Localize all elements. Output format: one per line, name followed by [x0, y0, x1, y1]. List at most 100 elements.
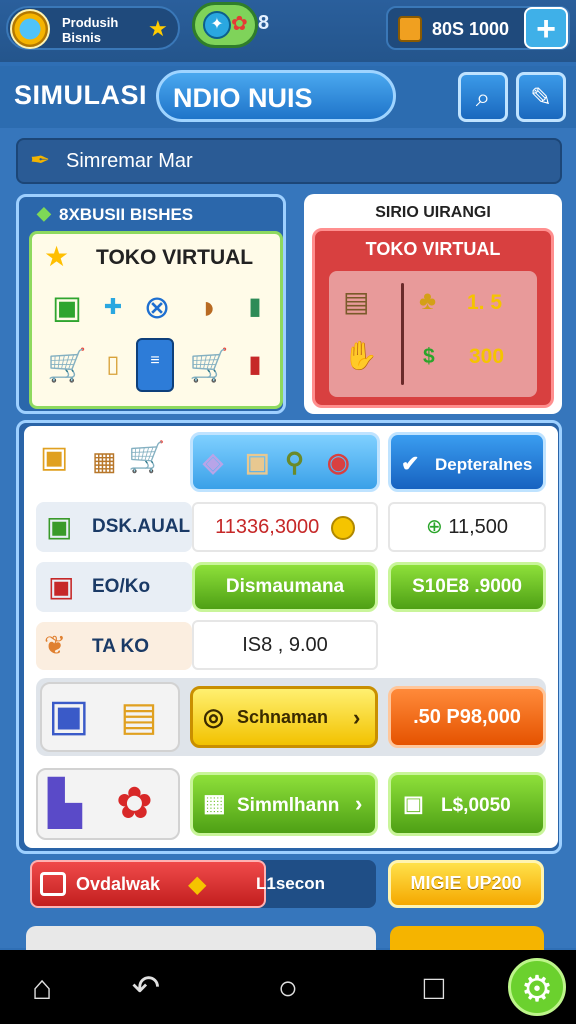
- overdraft-text: L1secon: [256, 874, 325, 893]
- item-row-label: ❦ TA KO: [36, 622, 192, 670]
- flower-icon: ✿: [231, 13, 248, 35]
- coin-pill: 80S 1000 +: [386, 6, 570, 50]
- home-circle-icon[interactable]: ○: [266, 966, 310, 1010]
- row-3-value: IS8 , 9.00: [192, 620, 378, 670]
- row-2-action-button[interactable]: Dismaumana: [192, 562, 378, 612]
- wallet-icon: [40, 872, 66, 896]
- virtual-shop-earnings: TOKO VIRTUAL ▤ ✋ ♣ 1. 5 $ 300: [312, 228, 554, 408]
- row-4-action-button[interactable]: ◎ Schnaman ›: [190, 686, 378, 748]
- row-5-price-label: L$,0050: [441, 795, 511, 816]
- earnings-card[interactable]: SIRIO UIRANGI TOKO VIRTUAL ▤ ✋ ♣ 1. 5 $ …: [304, 194, 562, 414]
- title-pill-button[interactable]: NDIO NUIS: [156, 70, 396, 122]
- row-5-button-label: Simmlhann: [237, 795, 340, 816]
- cart-icon-2[interactable]: 🛒: [188, 344, 230, 386]
- ring-icon: ◎: [203, 704, 224, 731]
- row-5-price-button[interactable]: ▣ L$,0050: [388, 772, 546, 836]
- chevron-right-icon: ›: [353, 705, 361, 730]
- puzzle-icon[interactable]: ✚: [92, 286, 134, 328]
- row-4-item-tile[interactable]: ▣ ▤: [40, 682, 180, 752]
- business-card[interactable]: ◆ 8XBUSII BISHES ★ TOKO VIRTUAL ▣ ✚ ⊗ ◗ …: [16, 194, 286, 414]
- jar-icon[interactable]: ▯: [92, 344, 134, 386]
- row-4-button-label: Schnaman: [237, 707, 329, 727]
- item-row-label: ▣ DSK.AUAL: [36, 502, 192, 552]
- box-icon[interactable]: ▣: [40, 440, 68, 475]
- row-1-right-text: 11,500: [448, 516, 508, 538]
- add-coins-button[interactable]: +: [524, 7, 568, 49]
- chevron-right-icon: ›: [355, 791, 363, 816]
- coin-icon: [330, 515, 355, 540]
- deliveries-label: Depteralnes: [435, 455, 533, 474]
- cash-register-icon: ▦: [203, 790, 226, 817]
- profile-name: Produsih Bisnis: [62, 15, 118, 45]
- profile-pill[interactable]: Produsih Bisnis ★: [6, 6, 180, 50]
- box-icon: ◈: [203, 447, 223, 477]
- page-title: SIMULASI: [14, 80, 148, 110]
- earnings-value-2: 300: [469, 345, 505, 368]
- overdraft-button[interactable]: Ovdalwak ◆: [30, 860, 266, 908]
- bag-icon: ▣: [48, 691, 90, 740]
- row-3-label: TA KO: [92, 636, 149, 657]
- gem-count: 8: [258, 12, 270, 34]
- earnings-body: ▤ ✋ ♣ 1. 5 $ 300: [329, 271, 537, 397]
- clock-icon: ⊕: [425, 516, 443, 538]
- cart-icon[interactable]: 🛒: [128, 440, 165, 475]
- ticket-icon: ◆: [188, 871, 207, 898]
- gem-pill[interactable]: ✦ ✿: [192, 2, 258, 48]
- crate-icon[interactable]: ▦: [92, 446, 117, 477]
- row-1-right-value: ⊕ 11,500: [388, 502, 546, 552]
- system-nav-bar: ⌂ ↶ ○ □ ⚙: [0, 950, 576, 1024]
- edit-icon[interactable]: ✎: [516, 72, 566, 122]
- earnings-value-1: 1. 5: [467, 291, 503, 314]
- recents-icon[interactable]: □: [412, 966, 456, 1010]
- gear-icon[interactable]: ⚙: [508, 958, 566, 1016]
- phone-icon[interactable]: ≡: [136, 338, 174, 392]
- table-icon: ▤: [120, 695, 158, 739]
- row-5-action-button[interactable]: ▦ Simmlhann ›: [190, 772, 378, 836]
- search-icon[interactable]: ⌕: [458, 72, 508, 122]
- product-tray[interactable]: ◈ ▣ ⚲ ◉: [190, 432, 380, 492]
- profile-line-1: Produsih: [62, 15, 119, 30]
- back-icon[interactable]: ↶: [124, 966, 168, 1010]
- business-card-title: ◆ 8XBUSII BISHES: [37, 203, 194, 225]
- business-card-title-text: 8XBUSII BISHES: [59, 205, 194, 224]
- row-2-price-button[interactable]: S10E8 .9000: [388, 562, 546, 612]
- leaf-icon: ◆: [37, 203, 51, 223]
- coin-balance: 80S 1000: [432, 19, 510, 39]
- title-row: SIMULASI NDIO NUIS ⌕ ✎: [0, 66, 576, 128]
- brush-icon: ⚲: [285, 447, 305, 477]
- row-1-value-text: 11336,3000: [215, 516, 320, 538]
- title-pill-label: NDIO NUIS: [173, 83, 313, 113]
- package-icon: ▣: [245, 447, 270, 477]
- cash-icon: ▣: [403, 791, 424, 816]
- tape-icon: ◉: [327, 447, 350, 477]
- overdraft-bar[interactable]: Ovdalwak ◆ L1secon: [30, 860, 376, 908]
- bottle-icon[interactable]: ▮: [234, 286, 276, 328]
- hand-icon: ✋: [343, 340, 378, 371]
- home-icon[interactable]: ⌂: [20, 966, 64, 1010]
- overdraft-label: Ovdalwak: [76, 874, 161, 894]
- profile-line-2: Bisnis: [62, 30, 102, 45]
- deliveries-button[interactable]: ✔ Depteralnes: [388, 432, 546, 492]
- avatar[interactable]: [10, 9, 50, 49]
- plant-icon: ♣: [419, 285, 437, 315]
- star-icon: ★: [148, 16, 168, 41]
- upgrade-button[interactable]: MIGIE UP200: [388, 860, 544, 908]
- green-box-icon[interactable]: ▣: [46, 286, 88, 328]
- search-bar[interactable]: ✒ Simremar Mar: [16, 138, 562, 184]
- flower-icon: ✿: [116, 779, 153, 828]
- sofa-icon: ▙: [48, 779, 82, 828]
- row-2-label: EO/Ko: [92, 576, 151, 597]
- pen-icon: ✒: [30, 147, 51, 174]
- food-icon: ❦: [44, 630, 66, 660]
- row-5-item-tile[interactable]: ▙ ✿: [36, 768, 180, 840]
- green-box-icon: ▣: [46, 511, 73, 542]
- coin-icon: [398, 16, 422, 42]
- item-row-label: ▣ EO/Ko: [36, 562, 192, 612]
- cart-icon[interactable]: 🛒: [46, 344, 88, 386]
- earnings-card-title: SIRIO UIRANGI: [375, 204, 491, 221]
- bread-icon[interactable]: ◗: [188, 286, 230, 328]
- close-circle-icon[interactable]: ⊗: [136, 286, 178, 328]
- can-icon[interactable]: ▮: [234, 344, 276, 386]
- row-4-price-button[interactable]: .50 P98,000: [388, 686, 546, 748]
- row-1-label: DSK.AUAL: [92, 516, 191, 537]
